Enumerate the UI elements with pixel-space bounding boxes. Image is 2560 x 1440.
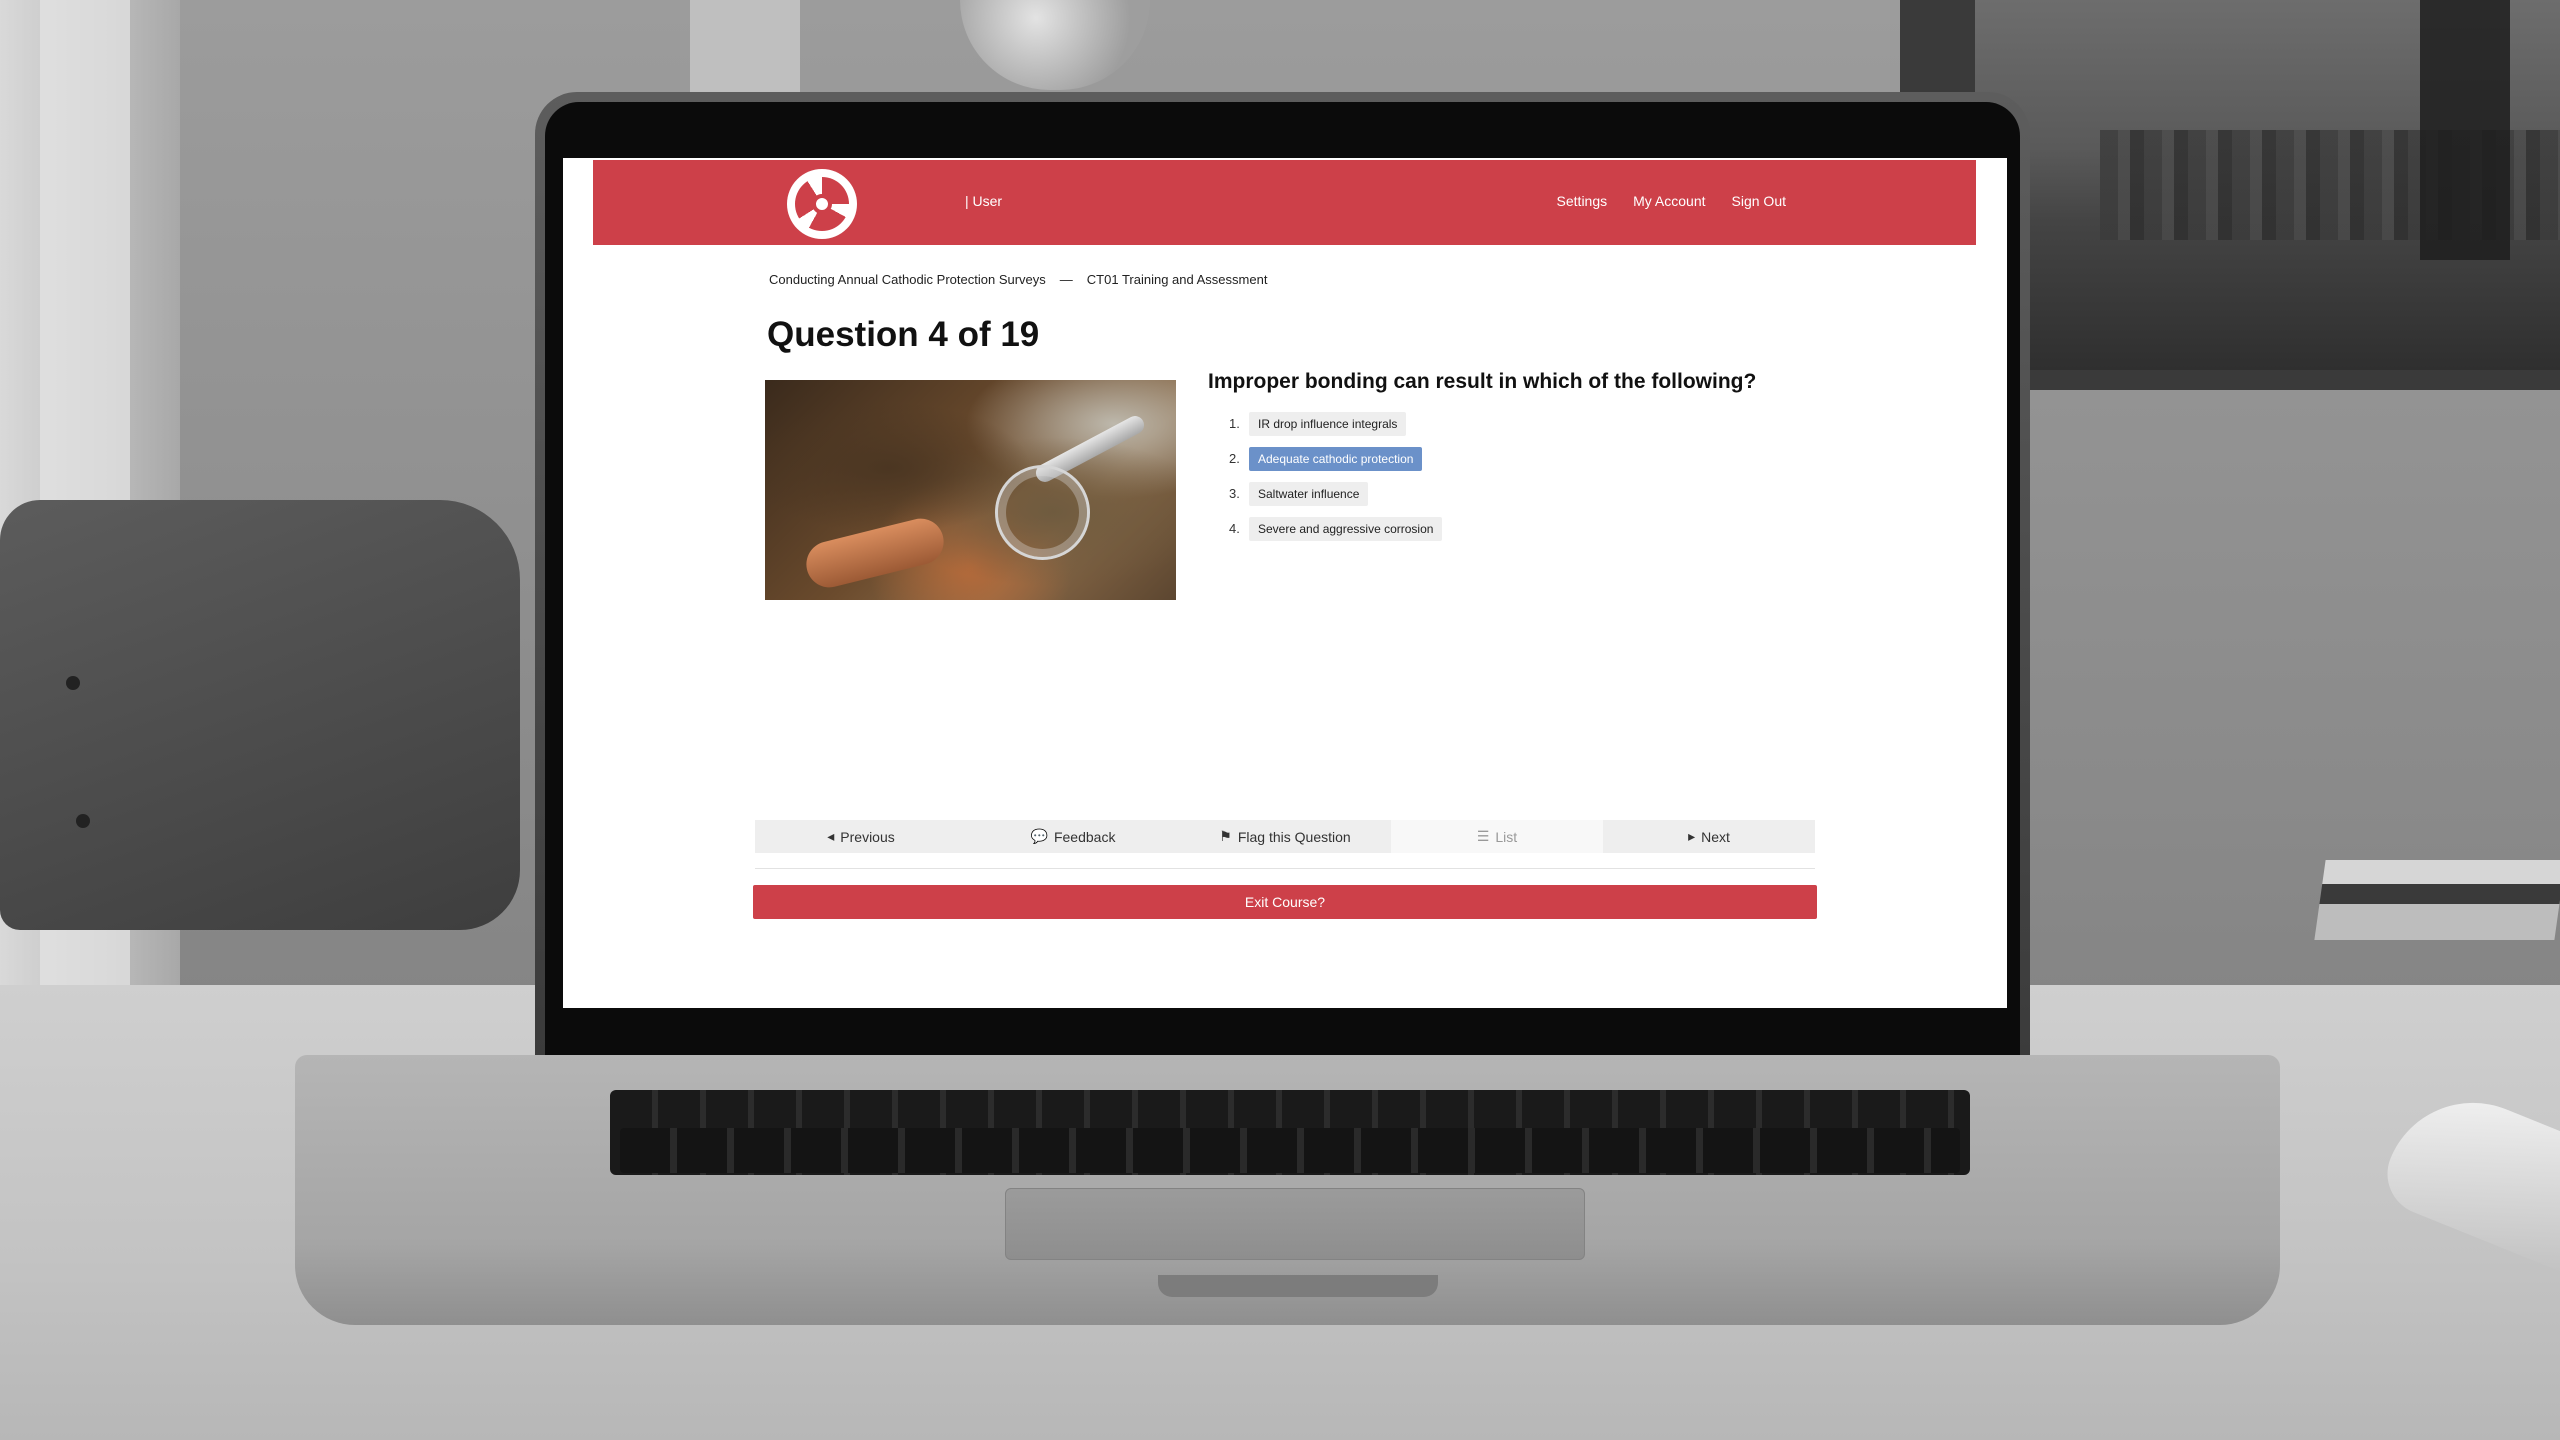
feedback-button[interactable]: 💬 Feedback: [967, 820, 1179, 853]
flag-icon: ⚑: [1219, 828, 1232, 844]
page-title: Question 4 of 19: [767, 315, 1040, 354]
header-nav: Settings My Account Sign Out: [1557, 193, 1786, 209]
previous-label: Previous: [840, 828, 895, 845]
phoenix-logo-icon: [795, 177, 849, 231]
list-label: List: [1495, 828, 1518, 845]
question-image: [765, 380, 1176, 600]
list-icon: ☰: [1476, 828, 1490, 844]
feedback-label: Feedback: [1053, 828, 1116, 845]
next-label: Next: [1701, 828, 1730, 845]
brand-logo[interactable]: [787, 169, 857, 239]
breadcrumb: Conducting Annual Cathodic Protection Su…: [769, 272, 1267, 287]
nav-settings-link[interactable]: Settings: [1557, 193, 1608, 209]
exit-course-button[interactable]: Exit Course?: [753, 885, 1817, 919]
answer-option-2[interactable]: Adequate cathodic protection: [1249, 446, 1423, 471]
answer-number: 3.: [1229, 486, 1240, 501]
speech-bubble-icon: 💬: [1030, 828, 1048, 844]
logo-core: [812, 194, 832, 214]
wall-photo-bridge: [2420, 0, 2510, 260]
cable-coil-shape: [995, 465, 1090, 560]
laptop-screen: | User Settings My Account Sign Out Cond…: [563, 158, 2007, 1008]
breadcrumb-course[interactable]: Conducting Annual Cathodic Protection Su…: [769, 272, 1046, 287]
next-button[interactable]: ▸ Next: [1603, 820, 1815, 853]
laptop-keyboard-row: [620, 1128, 1960, 1173]
laptop-notch: [1158, 1275, 1438, 1297]
nav-sign-out-link[interactable]: Sign Out: [1732, 193, 1786, 209]
answer-option-1[interactable]: IR drop influence integrals: [1249, 411, 1407, 436]
window-frame: [690, 0, 800, 95]
answer-number: 4.: [1229, 521, 1240, 536]
answer-number: 1.: [1229, 416, 1240, 431]
nav-my-account-link[interactable]: My Account: [1633, 193, 1705, 209]
laptop-trackpad: [1005, 1188, 1585, 1260]
answer-item: 1. IR drop influence integrals: [1229, 406, 1442, 441]
flag-question-button[interactable]: ⚑ Flag this Question: [1179, 820, 1391, 853]
arrow-right-icon: ▸: [1688, 828, 1696, 844]
chair: [0, 500, 520, 930]
divider: [755, 868, 1815, 869]
answer-item: 2. Adequate cathodic protection: [1229, 441, 1442, 476]
breadcrumb-module[interactable]: CT01 Training and Assessment: [1087, 272, 1268, 287]
answer-list: 1. IR drop influence integrals 2. Adequa…: [1229, 406, 1443, 546]
header-bar: | User Settings My Account Sign Out: [593, 160, 1976, 245]
answer-option-4[interactable]: Severe and aggressive corrosion: [1249, 516, 1443, 541]
breadcrumb-separator: —: [1059, 272, 1073, 287]
answer-item: 4. Severe and aggressive corrosion: [1229, 511, 1443, 546]
flag-label: Flag this Question: [1237, 828, 1351, 845]
books: [2314, 860, 2560, 940]
question-text: Improper bonding can result in which of …: [1208, 370, 1757, 393]
pipe-shape: [801, 513, 949, 593]
answer-number: 2.: [1229, 451, 1240, 466]
chair-screw: [76, 814, 90, 828]
chair-screw: [66, 676, 80, 690]
vase: [960, 0, 1150, 90]
user-label: | User: [965, 193, 1003, 209]
list-button[interactable]: ☰ List: [1391, 820, 1603, 853]
arrow-left-icon: ◂: [827, 828, 835, 844]
answer-item: 3. Saltwater influence: [1229, 476, 1442, 511]
answer-option-3[interactable]: Saltwater influence: [1249, 481, 1369, 506]
question-toolbar: ◂ Previous 💬 Feedback ⚑ Flag this Questi…: [755, 820, 1815, 853]
previous-button[interactable]: ◂ Previous: [755, 820, 967, 853]
